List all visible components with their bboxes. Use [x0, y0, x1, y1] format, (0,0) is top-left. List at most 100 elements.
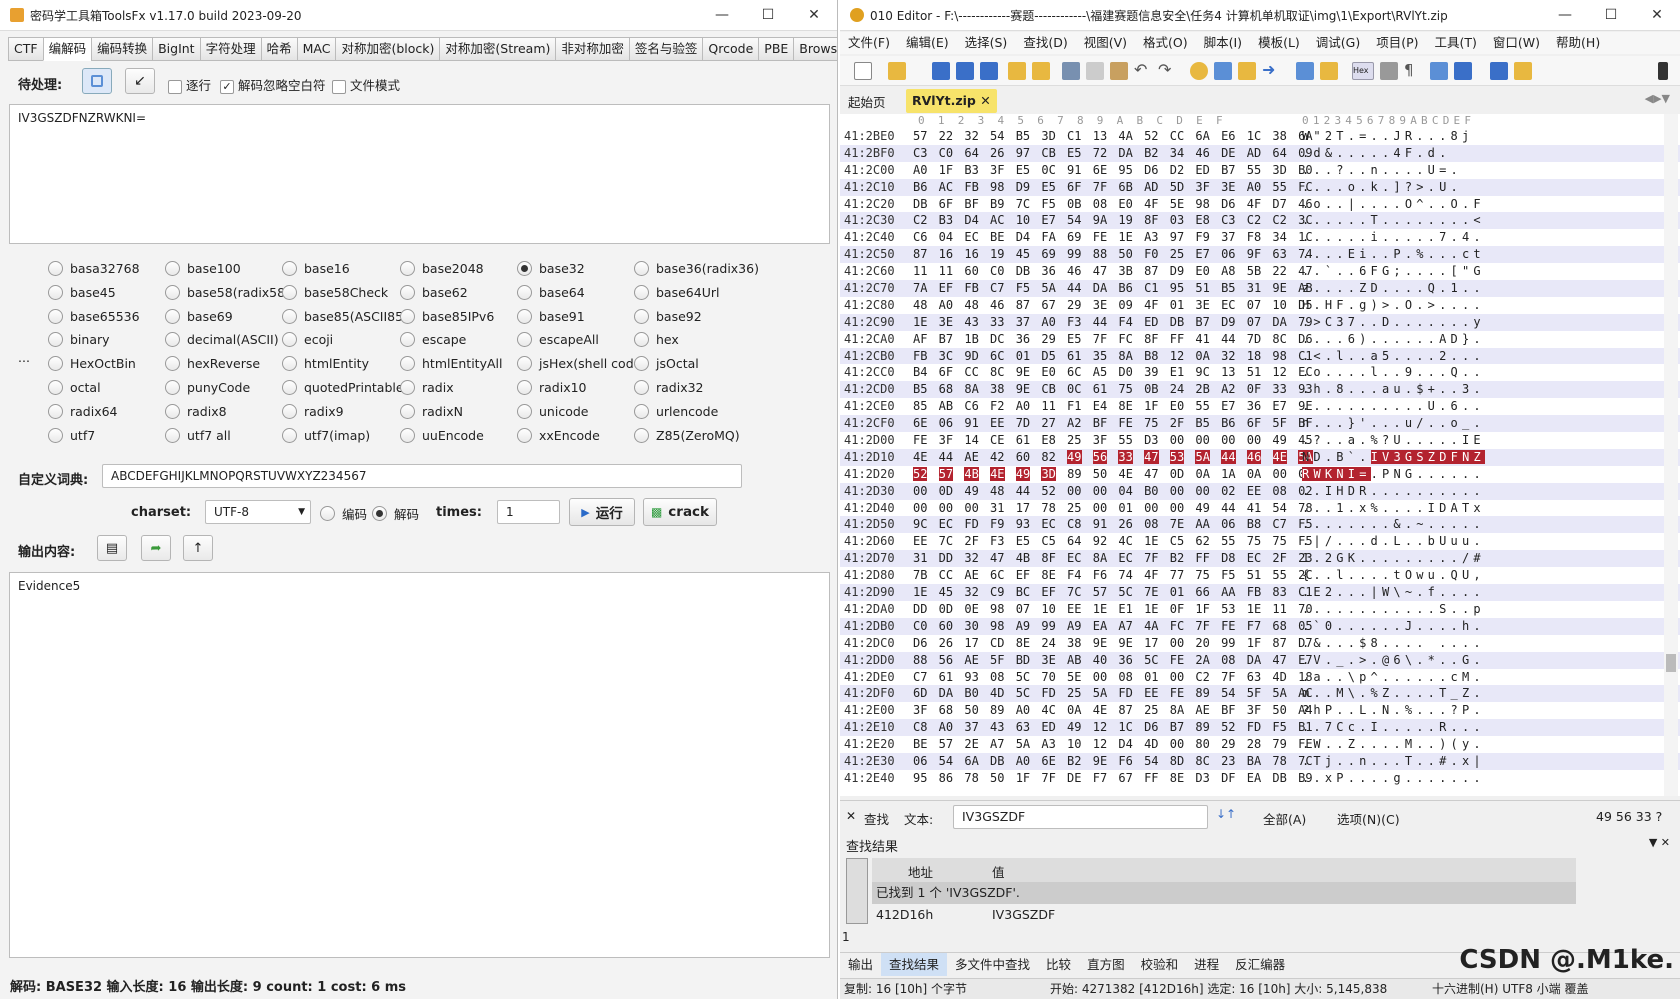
encoding-option[interactable]: radix9 [282, 403, 344, 419]
line-mode-checkbox[interactable] [168, 79, 182, 94]
hex-row[interactable]: 41:2D10 4E 44 AE 42 60 82 49 56 33 47 53 … [840, 448, 1680, 466]
hex-row[interactable]: 41:2BF0 C3 C0 64 26 97 CB E5 72 DA B2 34 … [840, 144, 1680, 162]
tab-3[interactable]: BigInt [152, 37, 200, 61]
bottom-tab[interactable]: 反汇编器 [1227, 953, 1293, 976]
maximize-icon[interactable]: ☐ [745, 0, 791, 31]
goto-icon[interactable]: ➜ [1262, 62, 1280, 80]
hex-row[interactable]: 41:2C30 C2 B3 D4 AC 10 E7 54 9A 19 8F 03 … [840, 212, 1680, 230]
editor-close-icon[interactable]: ✕ [1634, 0, 1680, 31]
menu-item[interactable]: 调试(G) [1308, 32, 1368, 54]
encoding-option[interactable]: base62 [400, 284, 468, 300]
paste-icon[interactable] [1110, 62, 1128, 80]
tab-nav-icon[interactable]: ◀▶▼ [1645, 92, 1670, 105]
menu-item[interactable]: 查找(D) [1015, 32, 1075, 54]
hex-row[interactable]: 41:2C50 87 16 16 19 45 69 99 88 50 F0 25 … [840, 246, 1680, 264]
encoding-option[interactable]: htmlEntityAll [400, 356, 502, 372]
tab-10[interactable]: 签名与验签 [628, 37, 703, 61]
menu-item[interactable]: 格式(O) [1135, 32, 1196, 54]
hex-row[interactable]: 41:2E30 06 54 6A DB A0 6E B2 9E F6 54 8D … [840, 752, 1680, 770]
hex-row[interactable]: 41:2C10 B6 AC FB 98 D9 E5 6F 7F 6B AD 5D … [840, 178, 1680, 196]
hex-row[interactable]: 41:2DE0 C7 61 93 08 5C 70 5E 00 08 01 00 … [840, 669, 1680, 686]
toolbar-overflow-icon[interactable] [1658, 62, 1668, 80]
encoding-option[interactable]: base45 [48, 284, 116, 300]
hex-row[interactable]: 41:2C20 DB 6F BF B9 7C F5 0B 08 E0 4F 5E … [840, 196, 1680, 213]
move-up-button[interactable]: ↑ [183, 535, 213, 561]
menu-item[interactable]: 工具(T) [1427, 32, 1485, 54]
encoding-option[interactable]: jsOctal [634, 356, 699, 372]
encoding-option[interactable]: HexOctBin [48, 356, 136, 372]
menu-item[interactable]: 视图(V) [1076, 32, 1135, 54]
menu-item[interactable]: 项目(P) [1368, 32, 1426, 54]
calculator-icon[interactable] [1490, 62, 1508, 80]
bottom-tab[interactable]: 直方图 [1079, 953, 1133, 976]
encoding-option[interactable]: punyCode [165, 380, 250, 395]
tab-close-icon[interactable]: ✕ [980, 93, 990, 108]
find-in-files-icon[interactable] [1238, 62, 1256, 80]
tab-9[interactable]: 非对称加密 [555, 37, 629, 61]
charset-select[interactable]: UTF-8 ▼ [205, 500, 311, 524]
encoding-option[interactable]: radix8 [165, 403, 227, 419]
menu-item[interactable]: 模板(L) [1250, 32, 1308, 54]
bottom-tab[interactable]: 查找结果 [881, 953, 948, 976]
tab-5[interactable]: 哈希 [260, 37, 297, 61]
encoding-option[interactable]: hexReverse [165, 356, 260, 372]
hex-row[interactable]: 41:2CF0 6E 06 91 EE 7D 27 A2 BF FE 75 2F … [840, 415, 1680, 433]
encoding-option[interactable]: base100 [165, 261, 241, 276]
hex-row[interactable]: 41:2D50 9C EC FD F9 93 EC C8 91 26 08 7E … [840, 516, 1680, 534]
run-button[interactable]: ▶ 运行 [569, 498, 635, 526]
encoding-option[interactable]: radix64 [48, 403, 118, 419]
columns-icon[interactable] [1430, 62, 1448, 80]
encoding-option[interactable]: base85(ASCII85) [282, 308, 408, 324]
hex-scrollbar[interactable] [1664, 114, 1678, 796]
encoding-option[interactable]: base92 [634, 308, 702, 324]
export-output-button[interactable]: ➦ [141, 535, 171, 561]
save-as-icon[interactable] [956, 62, 974, 80]
find-next-icon[interactable]: ↓↑ [1216, 807, 1236, 821]
file-mode-checkbox[interactable] [332, 79, 346, 94]
menu-item[interactable]: 编辑(E) [898, 32, 957, 54]
copy-icon[interactable] [1086, 62, 1104, 80]
hex-row[interactable]: 41:2C40 C6 04 EC BE D4 FA 69 FE 1E A3 97 … [840, 229, 1680, 246]
encoding-option[interactable]: base36(radix36) [634, 261, 759, 276]
tab-2[interactable]: 编码转换 [91, 37, 153, 61]
template-icon[interactable] [1296, 62, 1314, 80]
encoding-option[interactable]: base64Url [634, 284, 719, 300]
tab-start-page[interactable]: 起始页 [848, 92, 886, 111]
tab-4[interactable]: 字符处理 [199, 37, 261, 61]
encoding-option[interactable]: octal [48, 380, 101, 395]
hex-mode-icon[interactable]: Hex [1352, 62, 1374, 80]
hex-row[interactable]: 41:2D60 EE 7C 2F F3 E5 C5 64 92 4C 1E C5 … [840, 533, 1680, 550]
undo-icon[interactable]: ↶ [1134, 62, 1152, 80]
encoding-option[interactable]: utf7 [48, 427, 95, 443]
tab-6[interactable]: MAC [296, 37, 336, 61]
save-icon[interactable] [932, 62, 950, 80]
cut-icon[interactable] [1062, 62, 1080, 80]
line-mode-option[interactable]: 逐行 [168, 75, 211, 94]
result-row[interactable]: 412D16h IV3GSZDF [872, 904, 1576, 926]
tab-8[interactable]: 对称加密(Stream) [439, 37, 556, 61]
minimize-icon[interactable]: — [699, 0, 745, 31]
close-icon[interactable]: ✕ [791, 0, 837, 31]
hex-row[interactable]: 41:2DB0 C0 60 30 98 A9 99 A9 EA A7 4A FC … [840, 617, 1680, 635]
encoding-option[interactable]: radixN [400, 403, 463, 419]
bottom-tab[interactable]: 进程 [1186, 953, 1227, 976]
encoding-option[interactable]: uuEncode [400, 427, 484, 443]
encoding-option[interactable]: base58Check [282, 284, 388, 300]
hex-row[interactable]: 41:2D40 00 00 00 31 17 78 25 00 01 00 00 … [840, 500, 1680, 517]
find-close-icon[interactable]: ✕ [846, 809, 856, 823]
encoding-option[interactable]: utf7(imap) [282, 427, 370, 443]
encoding-option[interactable]: base69 [165, 308, 233, 324]
encoding-option[interactable]: basa32768 [48, 261, 140, 276]
hex-row[interactable]: 41:2DF0 6D DA B0 4D 5C FD 25 5A FD EE FE … [840, 685, 1680, 703]
editor-minimize-icon[interactable]: — [1542, 0, 1588, 31]
bookmark-icon[interactable] [1454, 62, 1472, 80]
menu-item[interactable]: 文件(F) [840, 32, 898, 54]
workspace-icon[interactable] [1032, 62, 1050, 80]
tab-7[interactable]: 对称加密(block) [335, 37, 440, 61]
ignore-whitespace-checkbox[interactable]: ✓ [220, 79, 234, 94]
encoding-option[interactable]: base65536 [48, 308, 140, 324]
tools-icon[interactable] [1514, 62, 1532, 80]
tab-1[interactable]: 编解码 [42, 37, 92, 61]
encoding-option[interactable]: base91 [517, 308, 585, 324]
encode-radio[interactable]: 编码 [320, 504, 367, 523]
